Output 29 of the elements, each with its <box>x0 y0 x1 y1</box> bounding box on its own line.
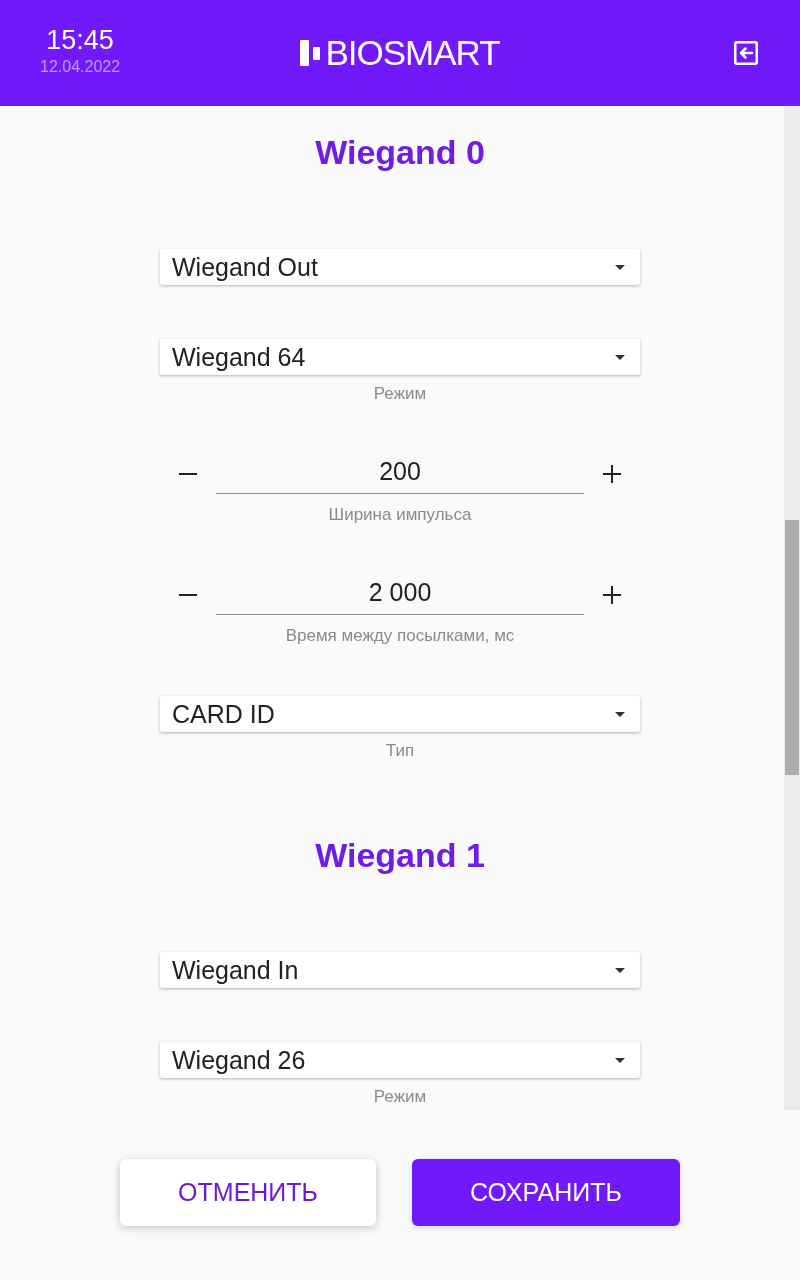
plus-icon[interactable] <box>603 586 621 604</box>
scrollbar-thumb[interactable] <box>785 520 799 775</box>
plus-icon[interactable] <box>603 465 621 483</box>
select-dropdown[interactable]: Wiegand 64 <box>160 339 640 375</box>
field-caption: Тип <box>385 741 415 761</box>
clock-time: 15:45 <box>46 25 114 55</box>
caret-icon <box>615 354 625 360</box>
select-dropdown[interactable]: Wiegand Out <box>160 249 640 285</box>
select-dropdown[interactable]: CARD ID <box>160 696 640 732</box>
logout-icon[interactable] <box>734 41 758 65</box>
section-title: Wiegand 0 <box>315 132 485 172</box>
caret-icon <box>615 1057 625 1063</box>
field-caption: Ширина импульса <box>328 505 472 525</box>
number-field[interactable]: 200 <box>216 454 584 494</box>
select-dropdown[interactable]: Wiegand In <box>160 952 640 988</box>
field-caption: Режим <box>373 384 427 404</box>
field-caption: Время между посылками, мс <box>285 626 515 646</box>
select-dropdown[interactable]: Wiegand 26 <box>160 1042 640 1078</box>
save-button[interactable]: СОХРАНИТЬ <box>412 1159 680 1226</box>
number-field[interactable]: 2 000 <box>216 575 584 615</box>
cancel-button[interactable]: ОТМЕНИТЬ <box>120 1159 376 1226</box>
caret-icon <box>615 967 625 973</box>
clock-date: 12.04.2022 <box>40 57 121 77</box>
logo-text: BIOSMART <box>325 33 500 73</box>
caret-icon <box>615 264 625 270</box>
section-title: Wiegand 1 <box>315 835 485 875</box>
logo-bars-icon <box>300 40 322 66</box>
field-caption: Режим <box>373 1087 427 1107</box>
caret-icon <box>615 711 625 717</box>
